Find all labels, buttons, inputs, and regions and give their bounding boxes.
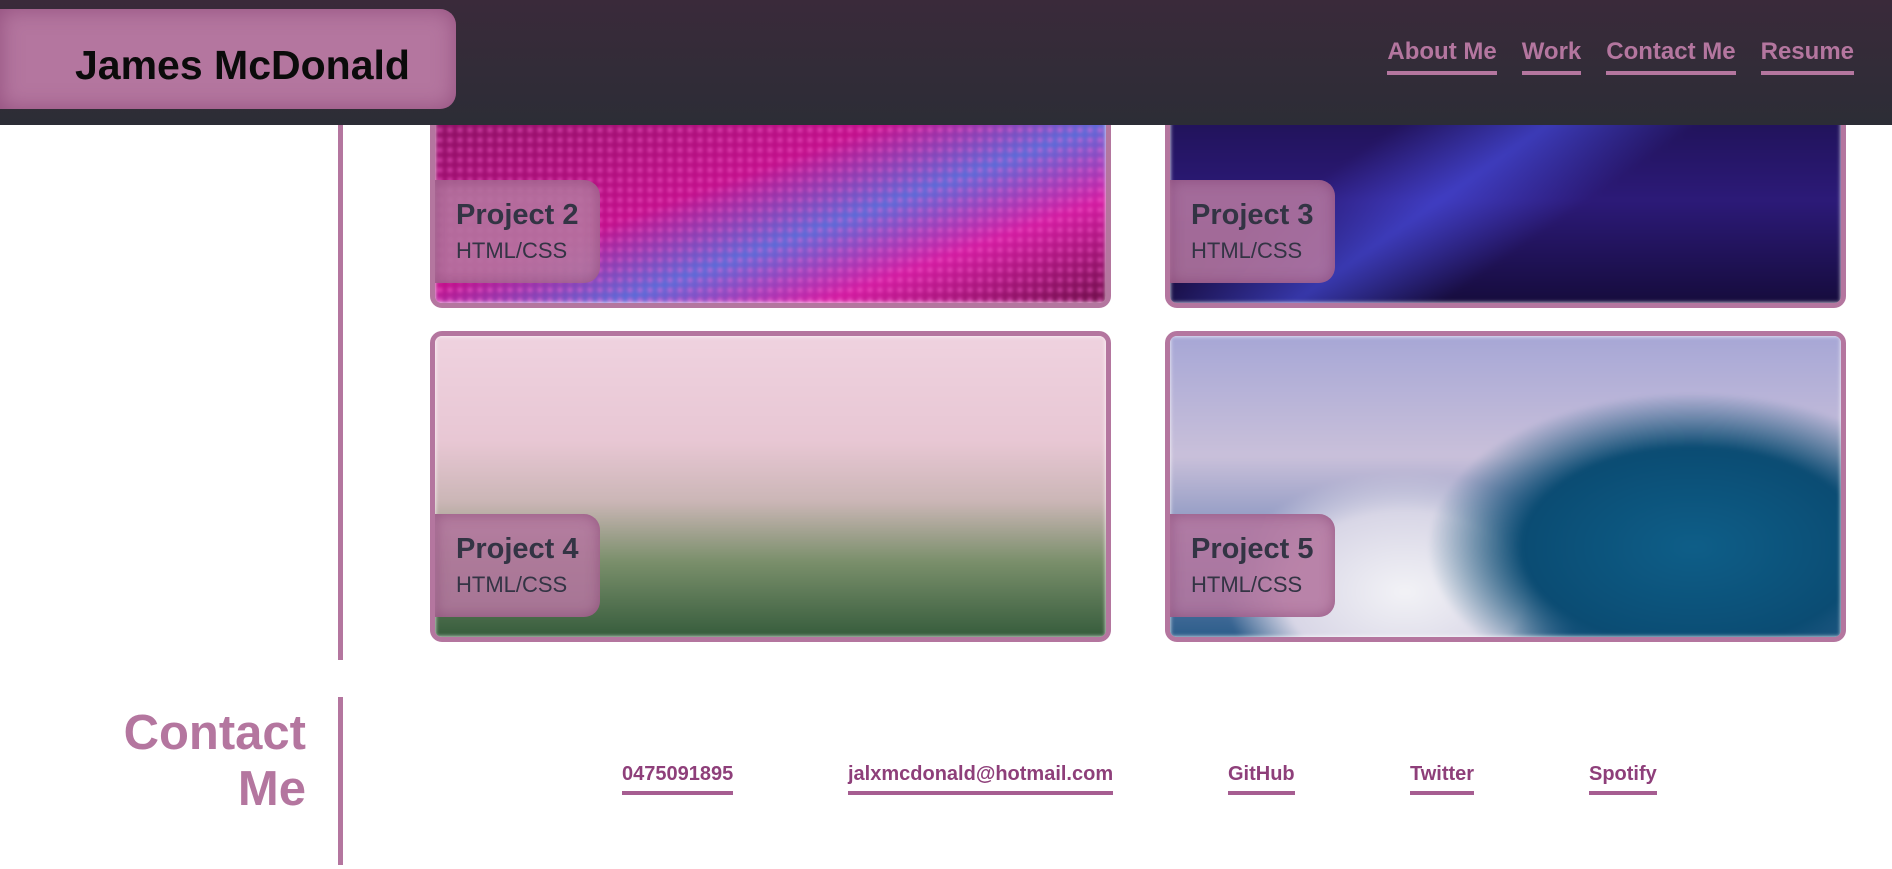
project-3-label: Project 3 HTML/CSS <box>1170 180 1335 283</box>
contact-email-link[interactable]: jalxmcdonald@hotmail.com <box>848 763 1114 795</box>
project-card-5[interactable]: Project 5 HTML/CSS <box>1165 331 1846 642</box>
project-tech: HTML/CSS <box>456 238 568 263</box>
project-tech: HTML/CSS <box>1191 238 1303 263</box>
contact-spotify-link[interactable]: Spotify <box>1589 763 1657 795</box>
contact-heading-line1: Contact <box>123 706 306 760</box>
project-title: Project 2 <box>456 199 579 231</box>
contact-twitter-link[interactable]: Twitter <box>1410 763 1475 795</box>
brand-name[interactable]: James McDonald <box>75 42 410 89</box>
nav-resume[interactable]: Resume <box>1760 38 1854 75</box>
nav-contact-me[interactable]: Contact Me <box>1606 38 1736 75</box>
project-2-label: Project 2 HTML/CSS <box>435 180 600 283</box>
main-nav: About Me Work Contact Me Resume <box>1387 38 1854 75</box>
project-tech: HTML/CSS <box>1191 572 1303 597</box>
nav-work[interactable]: Work <box>1521 38 1582 75</box>
contact-heading-line2: Me <box>237 762 306 816</box>
contact-heading: Contact Me <box>124 705 306 817</box>
project-5-label: Project 5 HTML/CSS <box>1170 514 1335 617</box>
work-section-divider <box>338 125 343 660</box>
contact-phone-link[interactable]: 0475091895 <box>622 763 734 795</box>
project-tech: HTML/CSS <box>456 572 568 597</box>
project-card-4[interactable]: Project 4 HTML/CSS <box>430 331 1111 642</box>
contact-section-divider <box>338 697 343 865</box>
contact-github-link[interactable]: GitHub <box>1228 763 1295 795</box>
nav-about-me[interactable]: About Me <box>1387 38 1497 75</box>
brand-badge[interactable]: James McDonald <box>0 9 456 109</box>
site-header: James McDonald About Me Work Contact Me … <box>0 0 1892 125</box>
project-4-label: Project 4 HTML/CSS <box>435 514 600 617</box>
project-title: Project 5 <box>1191 533 1314 565</box>
project-title: Project 4 <box>456 533 579 565</box>
project-title: Project 3 <box>1191 199 1314 231</box>
